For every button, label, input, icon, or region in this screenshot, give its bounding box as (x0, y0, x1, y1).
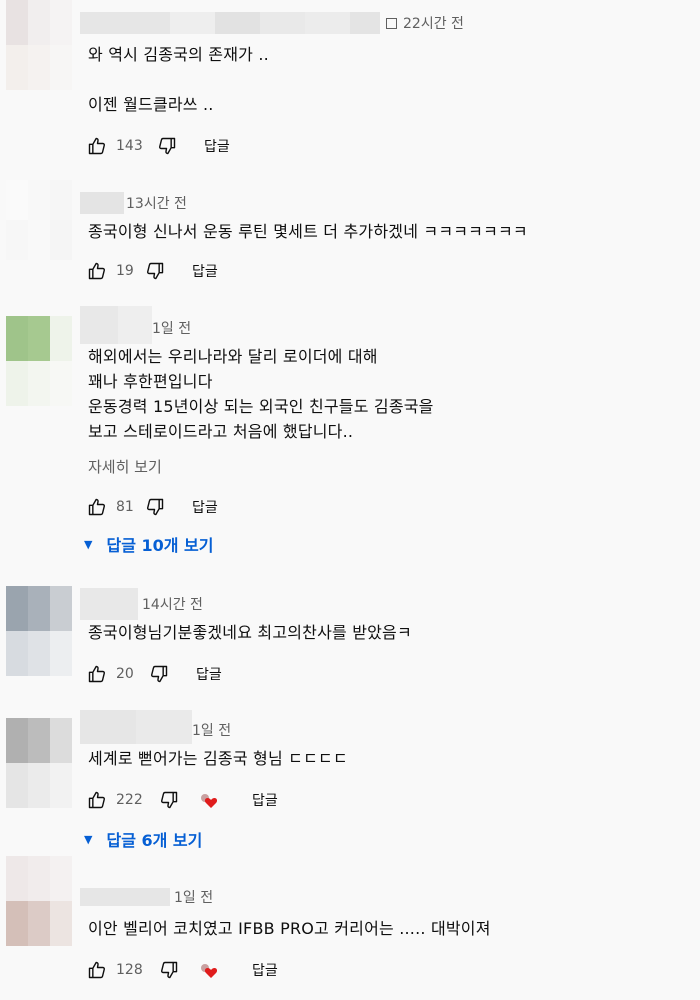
view-replies-button[interactable]: ▼ 답글 6개 보기 (84, 826, 202, 852)
view-replies-label: 답글 6개 보기 (106, 831, 203, 850)
author-row: 1일 전 (80, 306, 191, 344)
avatar[interactable] (6, 586, 72, 676)
thumb-down-icon[interactable] (158, 789, 180, 811)
comment-time[interactable]: 13시간 전 (126, 193, 187, 213)
thumb-up-icon[interactable] (86, 663, 108, 685)
reply-button[interactable]: 답글 (204, 136, 230, 156)
view-replies-label: 답글 10개 보기 (106, 536, 214, 555)
avatar[interactable] (6, 180, 72, 260)
avatar[interactable] (6, 718, 72, 808)
badge-icon (386, 17, 397, 29)
view-replies-button[interactable]: ▼ 답글 10개 보기 (84, 531, 213, 557)
comment-text: 세계로 뻗어가는 김종국 형님 ㄷㄷㄷㄷ (88, 749, 348, 768)
comment-actions: 143 답글 (86, 135, 230, 157)
thumb-down-icon[interactable] (158, 959, 180, 981)
comment-actions: 20 답글 (86, 663, 222, 685)
thumb-up-icon[interactable] (86, 496, 108, 518)
avatar[interactable] (6, 0, 72, 90)
thumb-down-icon[interactable] (148, 663, 170, 685)
thumb-up-icon[interactable] (86, 135, 108, 157)
thumb-up-icon[interactable] (86, 789, 108, 811)
author-row: 22시간 전 (80, 12, 464, 34)
caret-down-icon: ▼ (84, 537, 93, 551)
comment-text: 이안 벨리어 코치였고 IFBB PRO고 커리어는 ..... 대박이져 (88, 919, 491, 938)
author-name-redacted[interactable] (80, 12, 380, 34)
author-name-redacted[interactable] (80, 710, 192, 744)
like-count: 128 (116, 962, 143, 978)
avatar[interactable] (6, 316, 72, 406)
comment-time[interactable]: 1일 전 (192, 720, 231, 740)
thumb-down-icon[interactable] (156, 135, 178, 157)
comment-time[interactable]: 22시간 전 (403, 13, 464, 33)
like-count: 81 (116, 499, 134, 515)
author-name-redacted[interactable] (80, 888, 170, 906)
comment-actions: 19 답글 (86, 260, 218, 282)
caret-down-icon: ▼ (84, 832, 93, 846)
comment-time[interactable]: 14시간 전 (142, 594, 203, 614)
like-count: 20 (116, 666, 134, 682)
reply-button[interactable]: 답글 (252, 960, 278, 980)
thumb-down-icon[interactable] (144, 496, 166, 518)
thumb-down-icon[interactable] (144, 260, 166, 282)
creator-heart-icon[interactable] (198, 960, 224, 980)
like-count: 143 (116, 138, 143, 154)
reply-button[interactable]: 답글 (192, 261, 218, 281)
comment-actions: 128 답글 (86, 959, 278, 981)
read-more-link[interactable]: 자세히 보기 (88, 456, 162, 477)
like-count: 222 (116, 792, 143, 808)
comment-text: 해외에서는 우리나라와 달리 로이더에 대해 꽤나 후한편입니다 운동경력 15… (88, 347, 434, 441)
avatar[interactable] (6, 856, 72, 946)
reply-button[interactable]: 답글 (252, 790, 278, 810)
author-row: 1일 전 (80, 888, 213, 906)
thumb-up-icon[interactable] (86, 260, 108, 282)
comment-actions: 81 답글 (86, 496, 218, 518)
author-row: 13시간 전 (80, 192, 187, 214)
author-name-redacted[interactable] (80, 588, 138, 620)
creator-heart-icon[interactable] (198, 790, 224, 810)
comment-actions: 222 답글 (86, 789, 278, 811)
reply-button[interactable]: 답글 (192, 497, 218, 517)
comment-text: 종국이형님기분좋겠네요 최고의찬사를 받았음ㅋ (88, 623, 412, 642)
like-count: 19 (116, 263, 134, 279)
comment-time[interactable]: 1일 전 (174, 887, 213, 907)
author-name-redacted[interactable] (80, 192, 124, 214)
reply-button[interactable]: 답글 (196, 664, 222, 684)
comment-text: 종국이형 신나서 운동 루틴 몇세트 더 추가하겠네 ㅋㅋㅋㅋㅋㅋㅋ (88, 222, 528, 241)
comment-time[interactable]: 1일 전 (152, 318, 191, 338)
author-row: 1일 전 (80, 710, 231, 744)
author-row: 14시간 전 (80, 588, 203, 620)
comment-text: 와 역시 김종국의 존재가 .. 이젠 월드클라쓰 .. (88, 45, 269, 114)
thumb-up-icon[interactable] (86, 959, 108, 981)
author-name-redacted[interactable] (80, 306, 152, 344)
